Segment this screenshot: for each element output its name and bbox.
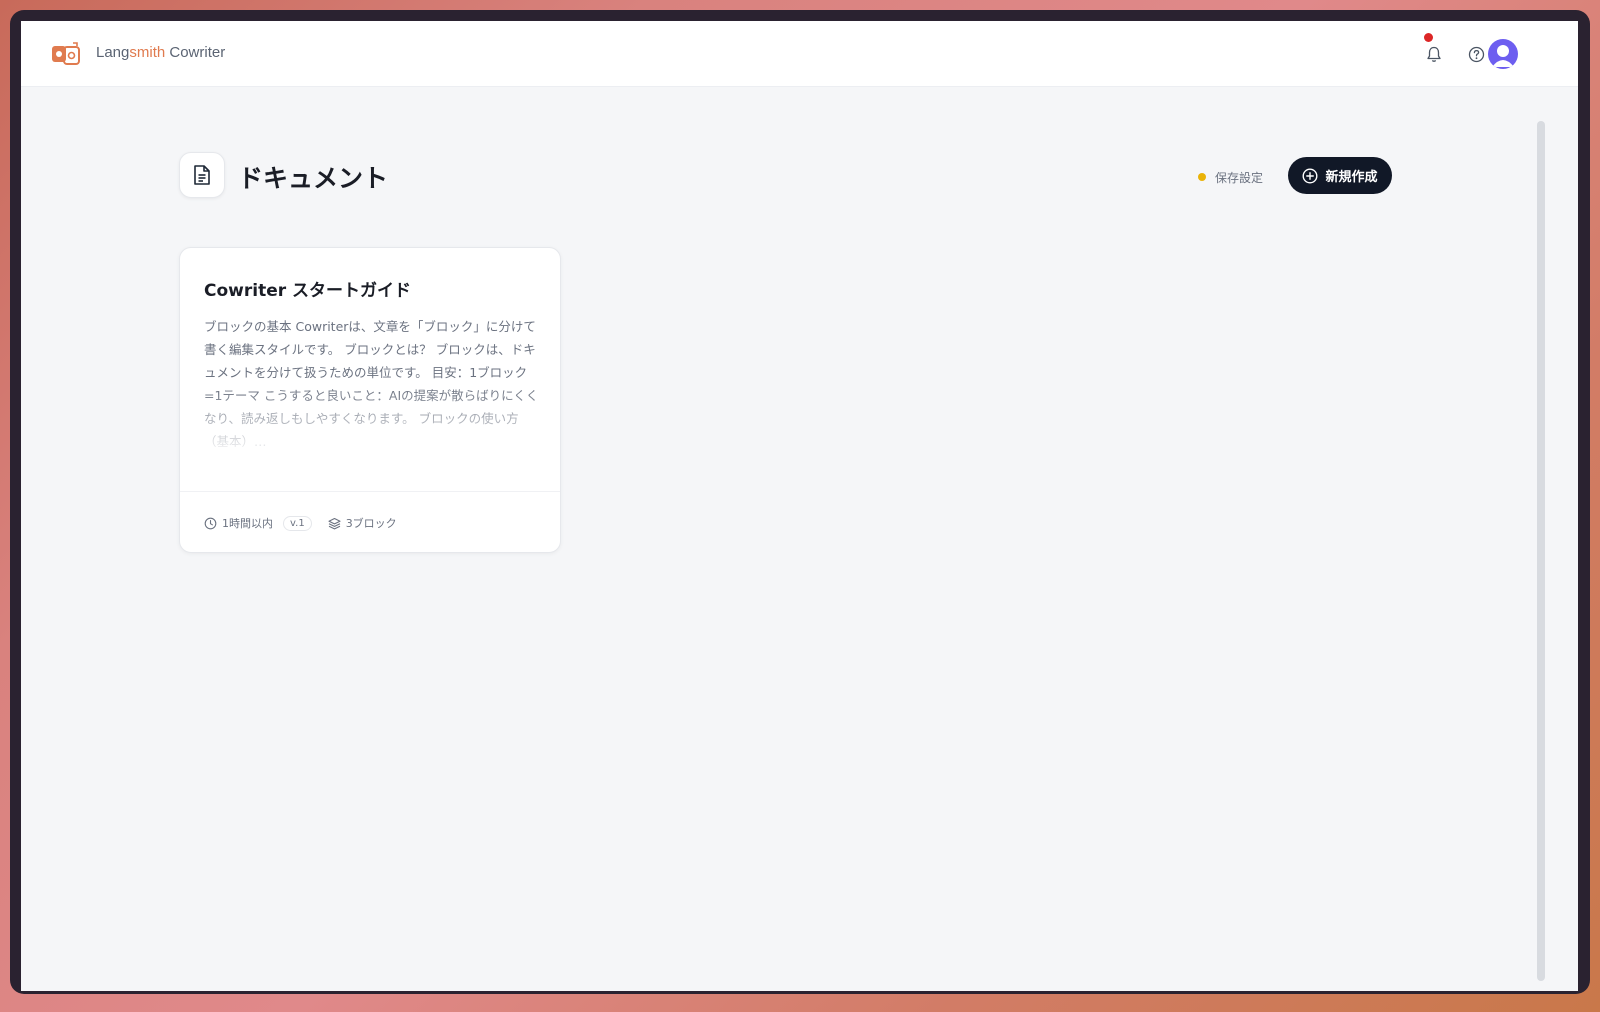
block-count: 3ブロック [328, 515, 397, 531]
top-bar: Langsmith Cowriter [21, 21, 1578, 87]
updated-time-label: 1時間以内 [222, 517, 273, 530]
brand-name[interactable]: Langsmith Cowriter [96, 44, 225, 61]
page-title: ドキュメント [238, 164, 389, 193]
app-window: Langsmith Cowriter ドキュメント 保存設定 新規作成 Cowr… [21, 21, 1578, 991]
notification-badge [1424, 33, 1433, 42]
document-meta: 1時間以内 v.1 3ブロック [204, 513, 397, 533]
brand-suffix: Cowriter [165, 44, 226, 61]
block-count-label: 3ブロック [345, 517, 397, 530]
version-badge: v.1 [283, 515, 312, 531]
layers-icon [328, 517, 341, 529]
new-document-button[interactable]: 新規作成 [1288, 157, 1392, 194]
bell-icon [1427, 46, 1441, 62]
clock-icon [204, 517, 217, 529]
brand-prefix: Lang [96, 44, 130, 61]
document-card[interactable]: Cowriter スタートガイド ブロックの基本 Cowriterは、文章を「ブ… [179, 247, 561, 553]
page-icon [179, 152, 225, 198]
card-divider [180, 491, 560, 492]
save-settings-label: 保存設定 [1215, 170, 1264, 185]
new-document-label: 新規作成 [1325, 170, 1378, 185]
user-avatar[interactable] [1488, 39, 1518, 69]
plus-circle-icon [1302, 167, 1318, 184]
save-settings-button[interactable]: 保存設定 [1198, 166, 1263, 188]
document-title: Cowriter スタートガイド [204, 281, 412, 301]
help-button[interactable] [1463, 41, 1489, 67]
scrollbar[interactable] [1537, 121, 1545, 981]
logo-icon [52, 42, 80, 65]
notifications-button[interactable] [1421, 41, 1447, 67]
updated-time: 1時間以内 [204, 515, 273, 531]
user-icon [1492, 45, 1514, 67]
help-icon [1468, 46, 1484, 62]
document-excerpt: ブロックの基本 Cowriterは、文章を「ブロック」に分けて書く編集スタイルで… [204, 319, 539, 447]
document-icon [194, 165, 210, 185]
save-status-dot [1198, 173, 1206, 181]
brand-accent: smith [129, 44, 166, 61]
